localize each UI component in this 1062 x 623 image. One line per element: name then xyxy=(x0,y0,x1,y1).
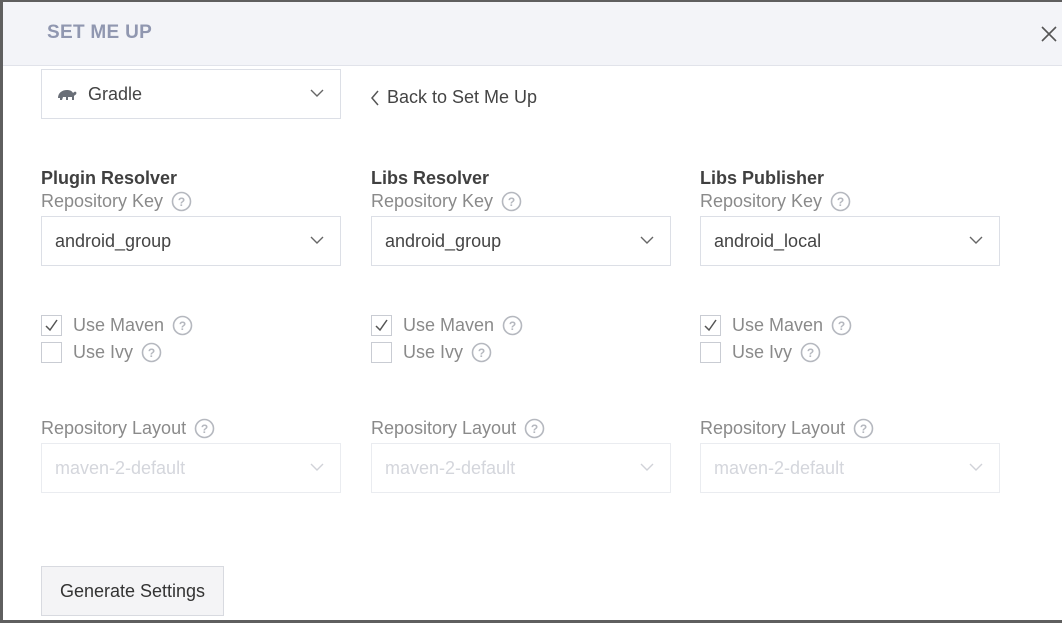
back-link-label: Back to Set Me Up xyxy=(387,87,538,107)
use-ivy-row: Use Ivy ? xyxy=(700,342,821,363)
svg-text:?: ? xyxy=(807,346,814,360)
help-icon[interactable]: ? xyxy=(501,191,522,212)
help-icon[interactable]: ? xyxy=(800,342,821,363)
set-me-up-modal: SET ME UP Gradle Back to Set Me Up Plugi… xyxy=(3,2,1062,620)
use-ivy-checkbox[interactable] xyxy=(371,342,392,363)
help-icon[interactable]: ? xyxy=(502,315,523,336)
chevron-down-icon xyxy=(640,463,654,471)
svg-text:?: ? xyxy=(201,422,208,436)
repo-layout-label-text: Repository Layout xyxy=(700,418,846,438)
repo-key-select[interactable]: android_group xyxy=(371,216,671,266)
help-icon[interactable]: ? xyxy=(830,191,851,212)
svg-text:?: ? xyxy=(178,195,185,209)
repo-layout-label-text: Repository Layout xyxy=(41,418,187,438)
svg-text:?: ? xyxy=(531,422,538,436)
help-icon[interactable]: ? xyxy=(471,342,492,363)
chevron-down-icon xyxy=(310,236,324,244)
use-maven-label: Use Maven xyxy=(403,315,495,335)
chevron-down-icon xyxy=(310,89,324,97)
repo-key-label: Repository Key ? xyxy=(700,191,851,212)
col-title-plugin-resolver: Plugin Resolver xyxy=(41,168,178,188)
repo-layout-select: maven-2-default xyxy=(371,443,671,493)
use-maven-checkbox[interactable] xyxy=(41,315,62,336)
repo-layout-label-text: Repository Layout xyxy=(371,418,517,438)
repo-key-label-text: Repository Key xyxy=(371,191,494,211)
checkmark-icon xyxy=(704,319,717,332)
svg-text:?: ? xyxy=(860,422,867,436)
svg-text:?: ? xyxy=(837,195,844,209)
svg-text:?: ? xyxy=(508,195,515,209)
repo-layout-value: maven-2-default xyxy=(714,458,845,478)
use-maven-row: Use Maven ? xyxy=(41,315,193,336)
repo-key-label-text: Repository Key xyxy=(41,191,164,211)
use-ivy-label: Use Ivy xyxy=(403,342,464,362)
svg-text:?: ? xyxy=(148,346,155,360)
use-maven-label: Use Maven xyxy=(73,315,165,335)
chevron-down-icon xyxy=(969,236,983,244)
repo-layout-value: maven-2-default xyxy=(385,458,516,478)
repo-key-select[interactable]: android_local xyxy=(700,216,1000,266)
col-title-libs-publisher: Libs Publisher xyxy=(700,168,825,188)
svg-text:?: ? xyxy=(838,319,845,333)
chevron-left-icon xyxy=(371,90,379,105)
use-maven-checkbox[interactable] xyxy=(700,315,721,336)
repo-layout-select: maven-2-default xyxy=(41,443,341,493)
repo-key-value: android_local xyxy=(714,231,822,251)
repo-key-label: Repository Key ? xyxy=(371,191,522,212)
help-icon[interactable]: ? xyxy=(172,315,193,336)
modal-title: SET ME UP xyxy=(47,22,153,43)
checkmark-icon xyxy=(375,319,388,332)
close-icon xyxy=(1041,26,1057,42)
tool-select-value: Gradle xyxy=(88,84,143,104)
help-icon[interactable]: ? xyxy=(831,315,852,336)
repo-layout-value: maven-2-default xyxy=(55,458,186,478)
use-maven-checkbox[interactable] xyxy=(371,315,392,336)
help-icon[interactable]: ? xyxy=(524,418,545,439)
repo-layout-label: Repository Layout ? xyxy=(41,418,215,439)
chevron-down-icon xyxy=(969,463,983,471)
repo-key-value: android_group xyxy=(55,231,172,251)
tool-select[interactable]: Gradle xyxy=(41,69,341,119)
use-ivy-row: Use Ivy ? xyxy=(371,342,492,363)
generate-settings-button[interactable]: Generate Settings xyxy=(41,566,224,616)
svg-text:?: ? xyxy=(478,346,485,360)
back-to-set-me-up-link[interactable]: Back to Set Me Up xyxy=(370,87,537,108)
help-icon[interactable]: ? xyxy=(853,418,874,439)
use-ivy-checkbox[interactable] xyxy=(41,342,62,363)
use-ivy-label: Use Ivy xyxy=(732,342,793,362)
repo-layout-label: Repository Layout ? xyxy=(700,418,874,439)
use-ivy-label: Use Ivy xyxy=(73,342,134,362)
svg-text:?: ? xyxy=(179,319,186,333)
close-button[interactable] xyxy=(1039,24,1059,44)
checkmark-icon xyxy=(45,319,58,332)
svg-text:?: ? xyxy=(509,319,516,333)
help-icon[interactable]: ? xyxy=(171,191,192,212)
repo-layout-select: maven-2-default xyxy=(700,443,1000,493)
repo-layout-label: Repository Layout ? xyxy=(371,418,545,439)
modal-header: SET ME UP xyxy=(3,2,1062,66)
col-title-libs-resolver: Libs Resolver xyxy=(371,168,490,188)
help-icon[interactable]: ? xyxy=(194,418,215,439)
repo-key-label: Repository Key ? xyxy=(41,191,192,212)
use-maven-row: Use Maven ? xyxy=(371,315,523,336)
use-maven-row: Use Maven ? xyxy=(700,315,852,336)
repo-key-label-text: Repository Key xyxy=(700,191,823,211)
gradle-elephant-icon xyxy=(58,90,77,100)
use-maven-label: Use Maven xyxy=(732,315,824,335)
help-icon[interactable]: ? xyxy=(141,342,162,363)
chevron-down-icon xyxy=(310,463,324,471)
repo-key-select[interactable]: android_group xyxy=(41,216,341,266)
use-ivy-checkbox[interactable] xyxy=(700,342,721,363)
chevron-down-icon xyxy=(640,236,654,244)
repo-key-value: android_group xyxy=(385,231,502,251)
use-ivy-row: Use Ivy ? xyxy=(41,342,162,363)
